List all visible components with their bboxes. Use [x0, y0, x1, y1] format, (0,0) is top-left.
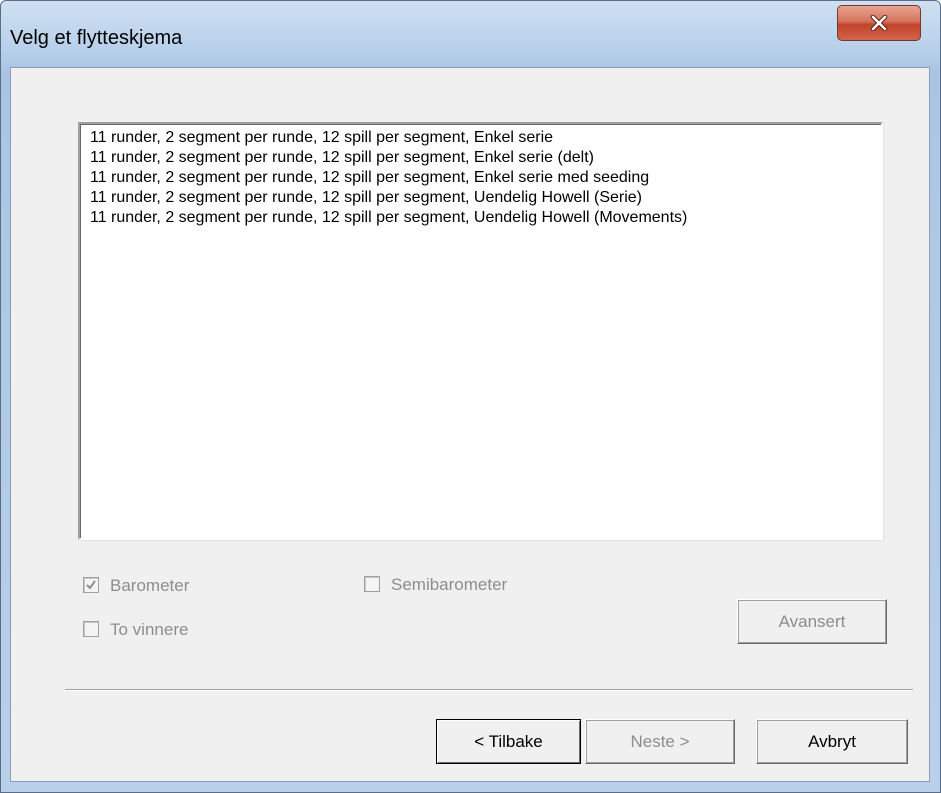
close-icon — [870, 15, 888, 31]
back-button[interactable]: < Tilbake — [436, 719, 581, 764]
next-button[interactable]: Neste > — [585, 719, 735, 764]
dialog-client-area: 11 runder, 2 segment per runde, 12 spill… — [10, 67, 930, 782]
to-vinnere-label: To vinnere — [110, 620, 189, 639]
semibarometer-label: Semibarometer — [391, 575, 508, 594]
close-button[interactable] — [837, 5, 921, 41]
list-item[interactable]: 11 runder, 2 segment per runde, 12 spill… — [90, 208, 687, 228]
list-item[interactable]: 11 runder, 2 segment per runde, 12 spill… — [90, 128, 553, 148]
list-item[interactable]: 11 runder, 2 segment per runde, 12 spill… — [90, 168, 649, 188]
list-item[interactable]: 11 runder, 2 segment per runde, 12 spill… — [90, 188, 642, 208]
advanced-button[interactable]: Avansert — [737, 599, 887, 644]
semibarometer-checkbox[interactable] — [364, 576, 380, 592]
dialog-window: Velg et flytteskjema 11 runder, 2 segmen… — [0, 0, 941, 793]
cancel-button[interactable]: Avbryt — [756, 719, 908, 764]
barometer-checkbox[interactable] — [83, 577, 99, 593]
barometer-label: Barometer — [110, 576, 190, 595]
movement-list[interactable]: 11 runder, 2 segment per runde, 12 spill… — [78, 122, 883, 540]
separator — [65, 689, 913, 691]
to-vinnere-checkbox[interactable] — [83, 621, 99, 637]
list-item[interactable]: 11 runder, 2 segment per runde, 12 spill… — [90, 148, 594, 168]
title-bar[interactable]: Velg et flytteskjema — [1, 1, 940, 67]
window-title: Velg et flytteskjema — [10, 27, 183, 49]
